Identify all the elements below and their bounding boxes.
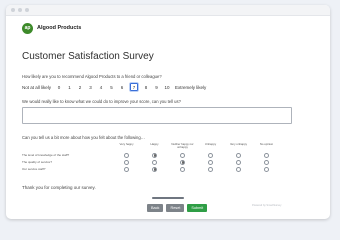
matrix-row: The quality of service? [22,159,322,166]
form-buttons: Back Reset Submit [147,204,208,212]
nps-option-2[interactable]: 2 [78,85,83,90]
nps-option-1[interactable]: 1 [67,85,72,90]
nps-option-3[interactable]: 3 [88,85,93,90]
back-button[interactable]: Back [147,204,164,212]
matrix-row: Our service staff? [22,166,322,173]
window-titlebar [6,5,330,16]
window-dot-icon[interactable] [18,8,22,12]
matrix-radio[interactable] [124,166,129,172]
brand-logo-icon: ap [22,22,33,34]
brand-name: Algood Products [37,25,82,31]
matrix-radio[interactable] [180,152,185,158]
reset-button[interactable]: Reset [166,204,185,212]
brand-header: ap Algood Products [22,22,316,34]
matrix-radio[interactable] [236,152,241,158]
matrix-radio[interactable] [264,159,269,165]
question-matrix: Can you tell us a bit more about how you… [22,135,145,140]
thank-you-message: Thank you for completing our survey. [22,185,96,190]
nps-option-8[interactable]: 8 [144,85,149,90]
window-dot-icon[interactable] [25,8,29,12]
matrix-radio[interactable] [236,166,241,172]
survey-title: Customer Satisfaction Survey [22,51,154,62]
progress-fill [152,197,184,199]
matrix-radio[interactable] [152,159,157,165]
matrix-row: The level of knowledge of the staff? [22,152,322,159]
matrix-radio[interactable] [124,152,129,158]
matrix-radio[interactable] [124,159,129,165]
matrix-row-label: The quality of service? [22,160,53,164]
nps-option-9[interactable]: 9 [154,85,159,90]
browser-window: ap Algood Products Customer Satisfaction… [6,5,330,219]
matrix-column-label: Very happy [119,142,134,146]
nps-option-0[interactable]: 0 [57,85,62,90]
nps-scale: Not at all likely 0 1 2 3 4 5 6 7 8 9 10 Extremely … [22,83,206,91]
matrix-radio[interactable] [152,152,157,158]
matrix-column-label: Neither happy nor unhappy [171,142,194,150]
survey-content: ap Algood Products Customer Satisfaction… [22,22,316,212]
submit-button[interactable]: Submit [187,204,208,212]
matrix-radio[interactable] [208,152,213,158]
matrix-column-label: Unhappy [204,142,217,146]
matrix-column-label: No opinion [259,142,274,146]
window-dot-icon[interactable] [11,8,15,12]
matrix-radio[interactable] [236,159,241,165]
nps-option-10[interactable]: 10 [165,85,170,90]
nps-high-label: Extremely likely [175,84,207,90]
progress-bar [152,197,184,199]
matrix-radio[interactable] [208,166,213,172]
powered-by-label: Powered by SmartSurvey [252,204,282,207]
matrix-column-label: Happy [150,142,159,146]
matrix-header: Very happy Happy Neither happy nor unhappy… [22,142,322,152]
question-recommend: How likely are you to recommend Algood P… [22,74,162,79]
matrix-row-label: The level of knowledge of the staff? [22,153,70,157]
improve-textarea[interactable] [22,107,292,124]
matrix-radio[interactable] [180,159,185,165]
question-improve: We would really like to know what we cou… [22,99,181,104]
nps-option-4[interactable]: 4 [99,85,104,90]
matrix-radio[interactable] [208,159,213,165]
satisfaction-matrix: Very happy Happy Neither happy nor unhappy… [22,142,322,173]
nps-option-5[interactable]: 5 [109,85,114,90]
matrix-row-label: Our service staff? [22,167,46,171]
nps-low-label: Not at all likely [22,84,52,90]
nps-option-7[interactable]: 7 [130,83,139,91]
matrix-radio[interactable] [264,152,269,158]
matrix-column-label: Very unhappy [229,142,248,146]
matrix-radio[interactable] [264,166,269,172]
nps-option-6[interactable]: 6 [120,85,125,90]
matrix-radio[interactable] [180,166,185,172]
matrix-radio[interactable] [152,166,157,172]
